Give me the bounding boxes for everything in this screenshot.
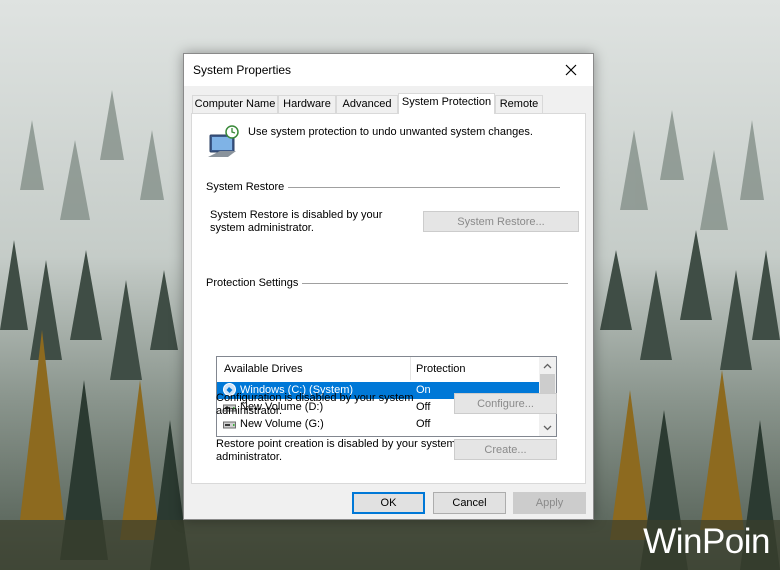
tab-system-protection[interactable]: System Protection <box>398 93 495 114</box>
list-header: Available Drives Protection <box>217 357 539 381</box>
close-icon <box>565 64 577 76</box>
drive-icon <box>223 421 236 429</box>
tab-advanced[interactable]: Advanced <box>336 95 398 113</box>
close-button[interactable] <box>549 54 593 86</box>
protection-settings-group-label: Protection Settings <box>206 277 303 289</box>
system-restore-group-label: System Restore <box>206 181 289 193</box>
drive-row-g[interactable]: New Volume (G:) Off <box>217 416 539 433</box>
drive-name: New Volume (G:) <box>240 418 324 430</box>
system-protection-panel: Use system protection to undo unwanted s… <box>191 113 586 484</box>
column-protection[interactable]: Protection <box>416 363 466 375</box>
create-description: Restore point creation is disabled by yo… <box>216 438 456 463</box>
column-separator <box>410 357 411 380</box>
window-title: System Properties <box>193 63 292 77</box>
chevron-up-icon <box>543 363 552 368</box>
scroll-up-button[interactable] <box>539 357 556 374</box>
scroll-down-button[interactable] <box>539 419 556 436</box>
configure-button[interactable]: Configure... <box>454 393 557 414</box>
system-protection-monitor-icon <box>208 125 239 157</box>
ok-button[interactable]: OK <box>352 492 425 514</box>
system-properties-dialog: System Properties Computer Name Hardware… <box>183 53 594 520</box>
system-restore-button[interactable]: System Restore... <box>423 211 579 232</box>
column-available-drives[interactable]: Available Drives <box>224 363 303 375</box>
system-restore-description: System Restore is disabled by your syste… <box>210 209 383 234</box>
create-button[interactable]: Create... <box>454 439 557 460</box>
drive-protection-status: Off <box>416 418 431 430</box>
cancel-button[interactable]: Cancel <box>433 492 506 514</box>
tab-remote[interactable]: Remote <box>495 95 543 113</box>
apply-button[interactable]: Apply <box>513 492 586 514</box>
chevron-down-icon <box>543 425 552 430</box>
tab-hardware[interactable]: Hardware <box>278 95 336 113</box>
watermark-logo: WinPoin <box>643 522 770 561</box>
configure-description: Configuration is disabled by your system… <box>216 392 414 417</box>
tab-computer-name[interactable]: Computer Name <box>192 95 278 113</box>
title-bar: System Properties <box>184 54 593 86</box>
header-description: Use system protection to undo unwanted s… <box>248 126 533 138</box>
